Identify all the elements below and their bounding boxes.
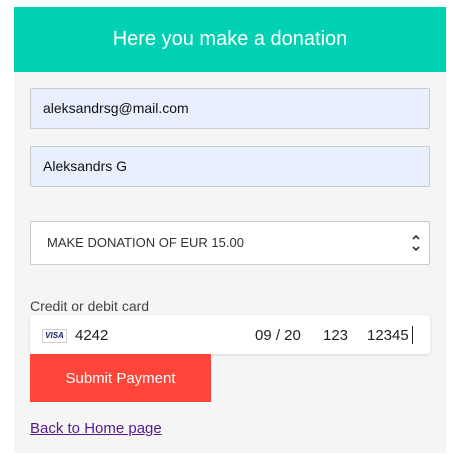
back-home-link[interactable]: Back to Home page (30, 420, 162, 437)
page-title: Here you make a donation (14, 7, 446, 72)
visa-icon: VISA (42, 329, 67, 343)
submit-payment-button[interactable]: Submit Payment (30, 354, 211, 402)
chevron-updown-icon (411, 222, 421, 281)
card-number-field[interactable]: 4242 (75, 327, 108, 344)
donation-amount-select[interactable]: MAKE DONATION OF EUR 15.00 (30, 221, 430, 265)
donation-amount-value: MAKE DONATION OF EUR 15.00 (47, 235, 244, 250)
name-field[interactable]: Aleksandrs G (30, 146, 430, 187)
email-field[interactable]: aleksandrsg@mail.com (30, 88, 430, 129)
card-input[interactable]: VISA 4242 09 / 20 123 12345 (30, 315, 430, 354)
card-expiry-field[interactable]: 09 / 20 (255, 327, 301, 344)
card-zip-field[interactable]: 12345 (367, 327, 409, 344)
card-label: Credit or debit card (30, 298, 150, 314)
text-caret (412, 326, 413, 344)
card-cvc-field[interactable]: 123 (323, 327, 348, 344)
donation-panel: Here you make a donation aleksandrsg@mai… (14, 7, 446, 453)
